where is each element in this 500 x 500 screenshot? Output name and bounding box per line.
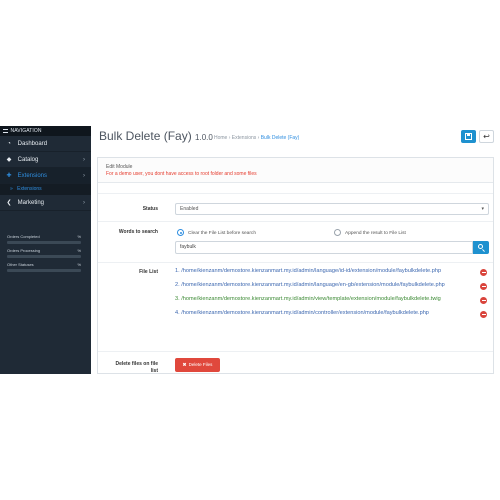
search-input-value: faybulk (180, 244, 196, 250)
sidebar-item-marketing[interactable]: ❮ Marketing › (0, 195, 91, 211)
file-path: 2. /home/kienzanm/demostore.kienzanmart.… (175, 282, 445, 288)
tag-icon: ◆ (6, 157, 12, 163)
divider (98, 193, 493, 194)
breadcrumb: Home › Extensions › Bulk Delete (Fay) (214, 135, 299, 141)
menu-icon (3, 128, 8, 133)
breadcrumb-current[interactable]: Bulk Delete (Fay) (261, 135, 300, 141)
sidebar-item-extensions[interactable]: ✚ Extensions › (0, 168, 91, 184)
file-list-item: 1. /home/kienzanm/demostore.kienzanmart.… (175, 268, 495, 282)
search-input[interactable]: faybulk (175, 241, 473, 254)
search-button[interactable] (473, 241, 489, 254)
radio-checked-icon (177, 229, 184, 236)
reply-icon: ↩ (483, 132, 490, 141)
divider (98, 221, 493, 222)
caret-down-icon: ▾ (481, 206, 484, 212)
stat-other-statuses: Other Statuses% (7, 262, 81, 272)
stat-orders-processing: Orders Processing% (7, 248, 81, 258)
stat-progress-bar (7, 255, 81, 258)
delete-files-label: Delete files on file list (115, 361, 158, 374)
delete-files-button-label: Delete Files (188, 362, 213, 367)
stat-progress-bar (7, 241, 81, 244)
main-content: Bulk Delete (Fay) 1.0.0 Home › Extension… (91, 126, 500, 374)
divider (98, 262, 493, 263)
chevron-right-icon: › (83, 173, 85, 179)
words-to-search-label: Words to search (118, 229, 158, 235)
dashboard-icon: ◔ (7, 141, 11, 147)
breadcrumb-separator: › (257, 135, 260, 141)
radio-append-file-list[interactable]: Append the result to File List (334, 229, 406, 238)
bullet-icon: » (10, 186, 13, 192)
stat-value: % (77, 248, 81, 253)
file-path: 1. /home/kienzanm/demostore.kienzanmart.… (175, 268, 442, 274)
stat-orders-completed: Orders Completed% (7, 234, 81, 244)
stat-label: Orders Processing (7, 248, 41, 253)
demo-warning: For a demo user, you dont have access to… (106, 171, 257, 177)
page-header: Bulk Delete (Fay) 1.0.0 Home › Extension… (91, 126, 500, 148)
sidebar-subitem-label: Extensions (17, 186, 42, 192)
sidebar: NAVIGATION ◔ Dashboard ◆ Catalog › ✚ Ext… (0, 126, 91, 374)
file-list-item: 3. /home/kienzanm/demostore.kienzanmart.… (175, 296, 495, 310)
remove-file-icon[interactable] (480, 269, 487, 276)
breadcrumb-extensions[interactable]: Extensions (232, 135, 256, 141)
nav-heading-label: NAVIGATION (10, 128, 42, 134)
save-icon (465, 133, 472, 140)
panel-title: Edit Module (106, 164, 133, 170)
remove-file-icon[interactable] (480, 297, 487, 304)
panel-heading: Edit Module For a demo user, you dont ha… (98, 158, 493, 183)
stat-label: Orders Completed (7, 234, 40, 239)
sidebar-item-catalog[interactable]: ◆ Catalog › (0, 152, 91, 168)
file-path: 4. /home/kienzanm/demostore.kienzanmart.… (175, 310, 429, 316)
delete-files-button[interactable]: ✖ Delete Files (175, 358, 220, 372)
radio-append-label: Append the result to File List (345, 230, 406, 236)
file-list-label: File List (139, 269, 158, 275)
status-select-value: Enabled (180, 206, 199, 212)
sidebar-item-label: Extensions (17, 173, 48, 179)
screenshot-area: NAVIGATION ◔ Dashboard ◆ Catalog › ✚ Ext… (0, 126, 500, 374)
status-label: Status (142, 206, 158, 212)
share-icon: ❮ (6, 200, 12, 206)
sidebar-item-dashboard[interactable]: ◔ Dashboard (0, 136, 91, 152)
sidebar-item-label: Catalog (17, 157, 39, 163)
stat-value: % (77, 262, 81, 267)
file-list: 1. /home/kienzanm/demostore.kienzanmart.… (175, 268, 495, 324)
save-button[interactable] (461, 130, 476, 143)
remove-file-icon[interactable] (480, 311, 487, 318)
sidebar-subitem-extensions[interactable]: » Extensions (0, 184, 91, 195)
order-stats: Orders Completed% Orders Processing% Oth… (7, 234, 81, 276)
edit-module-panel: Edit Module For a demo user, you dont ha… (97, 157, 494, 374)
chevron-right-icon: › (83, 157, 85, 163)
breadcrumb-home[interactable]: Home (214, 135, 227, 141)
stat-label: Other Statuses (7, 262, 34, 267)
file-list-item: 2. /home/kienzanm/demostore.kienzanmart.… (175, 282, 495, 296)
page-version: 1.0.0 (195, 133, 213, 142)
nav-heading: NAVIGATION (0, 126, 91, 136)
radio-clear-file-list[interactable]: Clear the File List before search (177, 229, 256, 238)
search-icon (478, 244, 483, 249)
stat-progress-bar (7, 269, 81, 272)
sidebar-item-label: Marketing (17, 200, 45, 206)
status-select[interactable]: Enabled ▾ (175, 203, 489, 215)
stat-value: % (77, 234, 81, 239)
back-button[interactable]: ↩ (479, 130, 494, 143)
breadcrumb-separator: › (228, 135, 231, 141)
page-title-text: Bulk Delete (Fay) (99, 129, 192, 143)
sidebar-item-label: Dashboard (17, 141, 48, 147)
page-title: Bulk Delete (Fay) 1.0.0 (99, 129, 213, 143)
puzzle-icon: ✚ (6, 173, 12, 179)
file-path: 3. /home/kienzanm/demostore.kienzanmart.… (175, 296, 441, 302)
radio-unchecked-icon (334, 229, 341, 236)
file-list-item: 4. /home/kienzanm/demostore.kienzanmart.… (175, 310, 495, 324)
chevron-right-icon: › (83, 200, 85, 206)
remove-file-icon[interactable] (480, 283, 487, 290)
close-icon: ✖ (182, 362, 187, 367)
radio-clear-label: Clear the File List before search (188, 230, 256, 236)
divider (98, 351, 493, 352)
